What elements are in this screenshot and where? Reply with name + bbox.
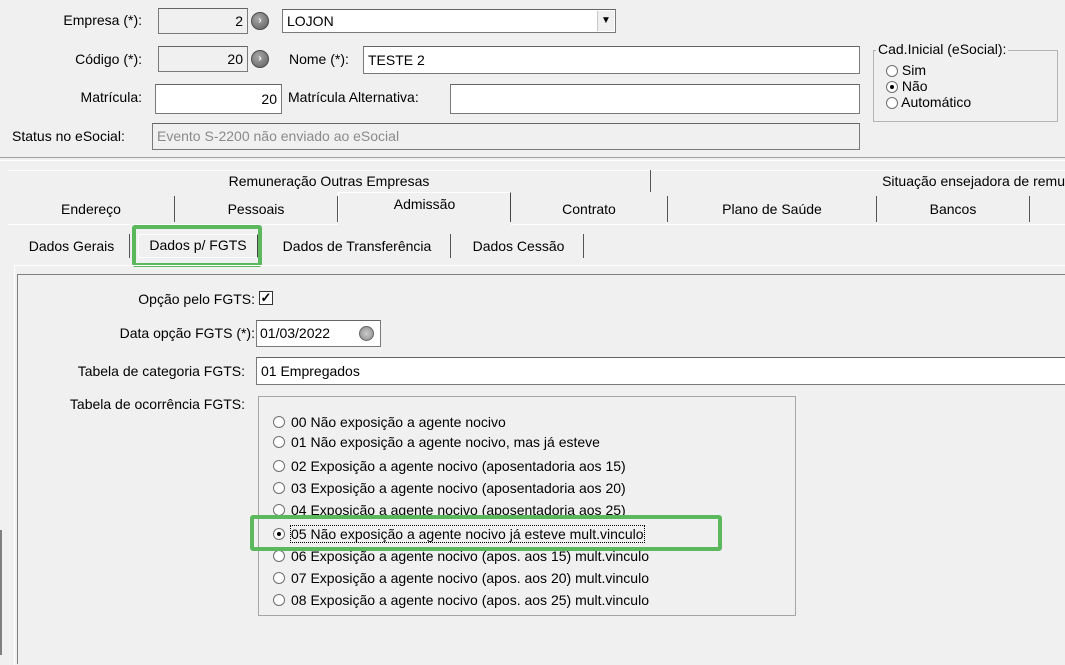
ocorrencia-option-07[interactable]: 07 Exposição a agente nocivo (apos. aos … xyxy=(273,568,649,588)
radio-icon[interactable] xyxy=(273,436,285,449)
codigo-label: Código (*): xyxy=(75,51,142,67)
left-edge xyxy=(0,530,2,655)
tab-situacao-ensejadora[interactable]: Situação ensejadora de remu xyxy=(651,170,1065,192)
option-label: 02 Exposição a agente nocivo (aposentado… xyxy=(291,458,626,474)
matricula-alt-field[interactable] xyxy=(450,84,860,114)
data-opcao-value: 01/03/2022 xyxy=(260,325,331,341)
tab-baseline xyxy=(511,224,1065,225)
empresa-name-value: LOJON xyxy=(287,13,334,29)
categoria-field[interactable]: 01 Empregados xyxy=(256,357,1065,385)
cad-inicial-options: Sim Não Automático xyxy=(886,62,971,110)
data-opcao-label: Data opção FGTS (*): xyxy=(119,325,255,341)
codigo-field[interactable]: 20 xyxy=(158,46,248,72)
codigo-lookup-icon[interactable]: › xyxy=(251,50,269,68)
cad-inicial-title: Cad.Inicial (eSocial): xyxy=(876,41,1009,57)
option-label: 08 Exposição a agente nocivo (apos. aos … xyxy=(291,592,649,608)
option-label: Não xyxy=(901,78,928,94)
radio-icon[interactable] xyxy=(886,97,898,110)
option-label: 01 Não exposição a agente nocivo, mas já… xyxy=(291,434,600,450)
subtab-dados-gerais[interactable]: Dados Gerais xyxy=(14,234,130,258)
tab-remuneracao-outras-empresas[interactable]: Remuneração Outras Empresas xyxy=(8,170,651,192)
tab-plano-de-saude[interactable]: Plano de Saúde xyxy=(668,196,877,222)
radio-icon[interactable] xyxy=(273,416,285,429)
categoria-label: Tabela de categoria FGTS: xyxy=(77,363,245,379)
ocorrencia-option-01[interactable]: 01 Não exposição a agente nocivo, mas já… xyxy=(273,432,600,452)
data-opcao-field[interactable]: 01/03/2022 xyxy=(256,320,381,347)
radio-icon[interactable] xyxy=(273,482,285,495)
tab-endereco[interactable]: Endereço xyxy=(8,196,175,222)
radio-icon[interactable] xyxy=(886,65,898,78)
subtab-dados-transferencia[interactable]: Dados de Transferência xyxy=(264,234,451,258)
highlight-subtab-fgts xyxy=(132,225,262,267)
highlight-ocorrencia-05 xyxy=(250,515,722,551)
option-label: 00 Não exposição a agente nocivo xyxy=(291,414,506,430)
ocorrencia-option-03[interactable]: 03 Exposição a agente nocivo (aposentado… xyxy=(273,478,626,498)
tabs-row-1: Remuneração Outras Empresas Situação ens… xyxy=(0,170,1065,192)
option-label: Automático xyxy=(901,94,972,110)
matricula-alt-label: Matrícula Alternativa: xyxy=(288,89,419,105)
radio-selected-icon[interactable] xyxy=(886,81,898,94)
nome-label: Nome (*): xyxy=(289,51,349,67)
cad-inicial-option-nao[interactable]: Não xyxy=(886,78,971,94)
calendar-icon[interactable] xyxy=(359,326,374,341)
tab-pessoais[interactable]: Pessoais xyxy=(175,196,338,222)
ocorrencia-option-00[interactable]: 00 Não exposição a agente nocivo xyxy=(273,412,506,432)
radio-icon[interactable] xyxy=(273,460,285,473)
nome-field[interactable]: TESTE 2 xyxy=(363,46,860,74)
status-field: Evento S-2200 não enviado ao eSocial xyxy=(152,123,860,150)
ocorrencia-radio-group: 00 Não exposição a agente nocivo 01 Não … xyxy=(258,396,796,616)
opcao-fgts-label: Opção pelo FGTS: xyxy=(138,291,255,307)
radio-icon[interactable] xyxy=(273,572,285,585)
option-label: 07 Exposição a agente nocivo (apos. aos … xyxy=(291,570,649,586)
empresa-label: Empresa (*): xyxy=(63,12,142,28)
option-label: Sim xyxy=(901,62,927,78)
empresa-lookup-icon[interactable]: › xyxy=(251,12,269,30)
subtab-dados-cessao[interactable]: Dados Cessão xyxy=(454,234,584,258)
ocorrencia-label: Tabela de ocorrência FGTS: xyxy=(69,396,245,412)
tab-bancos[interactable]: Bancos xyxy=(877,196,1030,222)
divider xyxy=(0,157,1065,161)
cad-inicial-option-automatico[interactable]: Automático xyxy=(886,94,971,110)
radio-icon[interactable] xyxy=(273,594,285,607)
radio-icon[interactable] xyxy=(273,550,285,563)
matricula-label: Matrícula: xyxy=(80,89,142,105)
tabs-row-2: Endereço Pessoais Admissão Contrato Plan… xyxy=(0,192,1065,226)
opcao-fgts-checkbox[interactable]: ✓ xyxy=(259,291,273,305)
option-label: 03 Exposição a agente nocivo (aposentado… xyxy=(291,480,626,496)
chevron-down-icon[interactable]: ▼ xyxy=(597,11,614,31)
ocorrencia-option-02[interactable]: 02 Exposição a agente nocivo (aposentado… xyxy=(273,456,626,476)
matricula-field[interactable]: 20 xyxy=(155,84,282,114)
empresa-name-select[interactable]: LOJON ▼ xyxy=(282,9,616,33)
ocorrencia-option-08[interactable]: 08 Exposição a agente nocivo (apos. aos … xyxy=(273,590,649,610)
empresa-code-field[interactable]: 2 xyxy=(158,8,248,34)
tab-contrato[interactable]: Contrato xyxy=(511,196,668,222)
tab-admissao[interactable]: Admissão xyxy=(338,192,511,222)
cad-inicial-option-sim[interactable]: Sim xyxy=(886,62,971,78)
status-label: Status no eSocial: xyxy=(12,128,125,144)
